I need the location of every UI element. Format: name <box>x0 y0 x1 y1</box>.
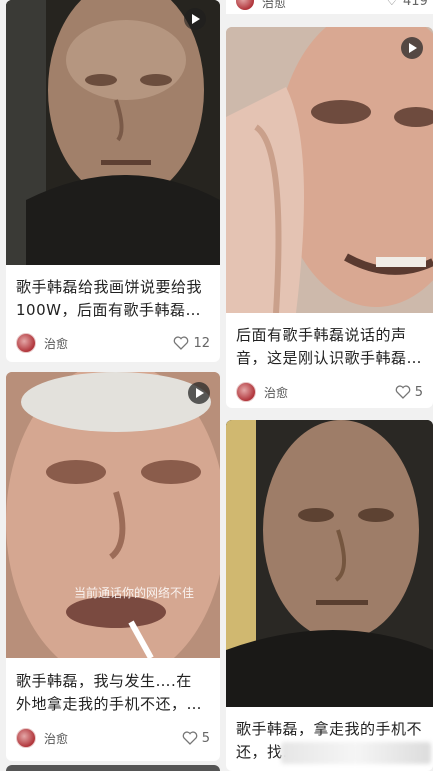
card-meta: 治愈 5 <box>16 727 210 749</box>
heart-icon[interactable]: ♡ <box>386 0 398 9</box>
like-count: 419 <box>403 0 428 9</box>
caption-line: 歌手韩磊给我画饼说要给我 <box>16 278 203 296</box>
play-icon[interactable] <box>184 8 206 30</box>
video-frame-image <box>226 420 433 707</box>
feed-card[interactable]: 当前通话你的网络不佳 歌手韩磊，我与发生….在 外地拿走我的手机不还，… 治愈 … <box>6 372 220 761</box>
feed-card[interactable]: 歌手韩磊，拿走我的手机不 还，找… <box>226 420 433 771</box>
video-thumbnail[interactable]: 当前通话你的网络不佳 <box>6 372 220 658</box>
heart-icon <box>174 336 189 350</box>
video-frame-image <box>226 27 433 313</box>
author-name[interactable]: 治愈 <box>264 384 288 401</box>
heart-icon <box>395 385 411 399</box>
like-button[interactable]: 5 <box>182 731 210 746</box>
caption-line: 歌手韩磊，我与发生….在 <box>16 672 192 690</box>
avatar[interactable] <box>16 333 36 353</box>
caption-line: 后面有歌手韩磊说话的声 <box>236 326 407 344</box>
video-frame-image <box>6 0 220 265</box>
partial-card-top-right[interactable]: 治愈 ♡ 419 <box>226 0 433 14</box>
like-count: 12 <box>193 335 210 351</box>
card-meta: 治愈 5 <box>236 381 423 403</box>
caption-line: 100W，后面有歌手韩磊… <box>16 301 201 319</box>
card-caption[interactable]: 后面有歌手韩磊说话的声 音，这是刚认识歌手韩磊… <box>236 324 423 370</box>
video-thumbnail[interactable] <box>226 27 433 313</box>
avatar <box>236 0 254 10</box>
play-icon[interactable] <box>401 37 423 59</box>
blurred-region <box>281 742 431 764</box>
partial-card-bottom-left[interactable] <box>6 765 220 771</box>
video-thumbnail[interactable] <box>226 420 433 707</box>
video-thumbnail[interactable] <box>6 0 220 265</box>
video-overlay-text: 当前通话你的网络不佳 <box>74 586 195 600</box>
caption-line: 音，这是刚认识歌手韩磊… <box>236 349 423 367</box>
like-count: 5 <box>414 384 423 400</box>
card-caption[interactable]: 歌手韩磊给我画饼说要给我 100W，后面有歌手韩磊… <box>16 276 210 322</box>
like-button[interactable]: 5 <box>395 385 423 400</box>
feed-card[interactable]: 歌手韩磊给我画饼说要给我 100W，后面有歌手韩磊… 治愈 12 <box>6 0 220 362</box>
like-count: 5 <box>201 730 210 746</box>
avatar[interactable] <box>236 382 256 402</box>
heart-icon <box>182 731 198 745</box>
card-meta: 治愈 12 <box>16 332 210 354</box>
feed-card[interactable]: 后面有歌手韩磊说话的声 音，这是刚认识歌手韩磊… 治愈 5 <box>226 27 433 408</box>
caption-line: 外地拿走我的手机不还，… <box>16 695 203 713</box>
play-icon[interactable] <box>188 382 210 404</box>
avatar[interactable] <box>16 728 36 748</box>
video-frame-image <box>6 372 220 658</box>
author-name[interactable]: 治愈 <box>44 730 68 747</box>
card-caption[interactable]: 歌手韩磊，我与发生….在 外地拿走我的手机不还，… <box>16 670 210 716</box>
caption-line: 歌手韩磊，拿走我的手机不 <box>236 720 423 738</box>
author-name[interactable]: 治愈 <box>44 335 68 352</box>
author-name: 治愈 <box>262 0 287 10</box>
like-button[interactable]: 12 <box>173 336 210 351</box>
